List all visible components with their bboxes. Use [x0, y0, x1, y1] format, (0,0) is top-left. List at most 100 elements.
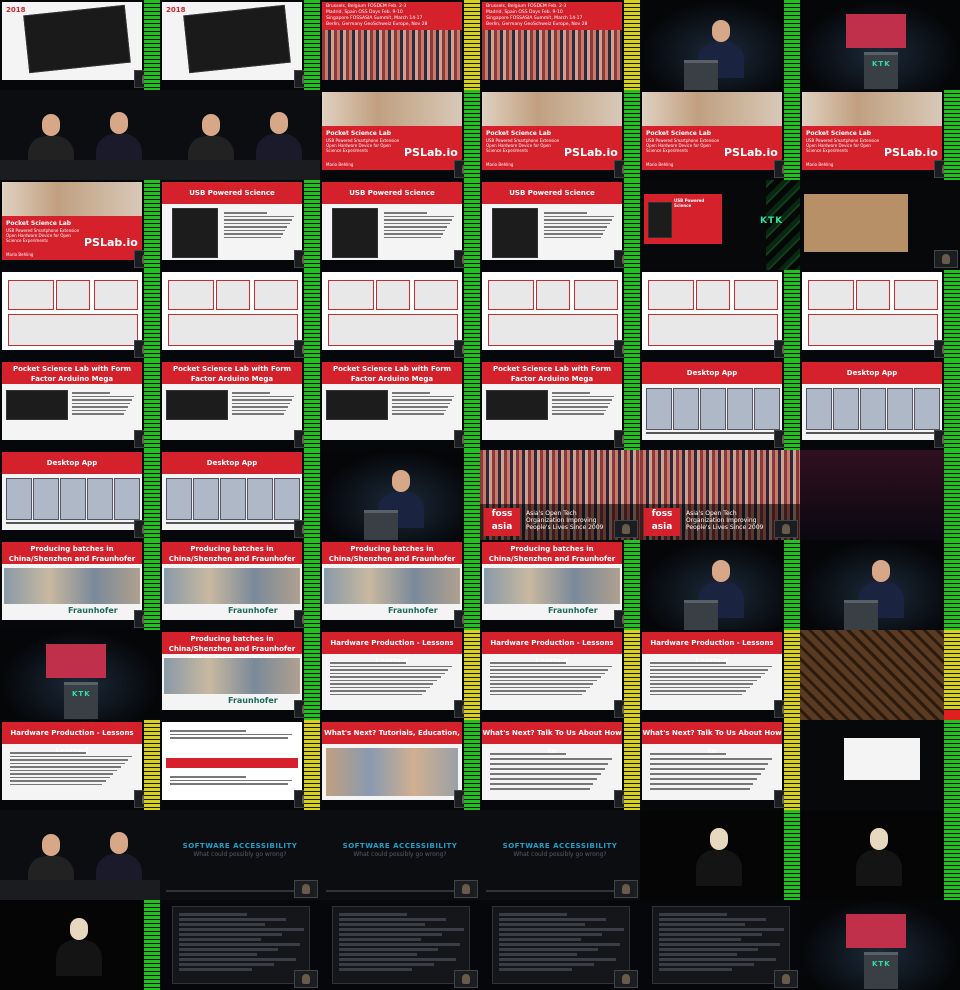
video-thumbnail[interactable]: Pocket Science Lab USB Powered Smartphone… [480, 90, 640, 180]
video-thumbnail[interactable] [0, 90, 160, 180]
video-thumbnail[interactable]: foss asia Asia's Open Tech Organization I… [640, 450, 800, 540]
video-thumbnail[interactable]: KTK [800, 0, 960, 90]
audio-level-meter [784, 540, 800, 630]
video-thumbnail[interactable]: 2018 [160, 0, 320, 90]
section-subtitle: What could possibly go wrong? [353, 851, 447, 858]
video-thumbnail[interactable] [800, 630, 960, 720]
video-thumbnail[interactable]: Producing batches in China/Shenzhen and … [0, 540, 160, 630]
video-thumbnail[interactable] [320, 450, 480, 540]
video-thumbnail[interactable]: Hardware Production - Lessons Learned [0, 720, 160, 810]
video-thumbnail[interactable]: Producing batches in China/Shenzhen and … [160, 540, 320, 630]
video-thumbnail[interactable]: KTK [0, 630, 160, 720]
video-thumbnail[interactable]: Pocket Science Lab USB Powered Smartphone… [800, 90, 960, 180]
video-thumbnail[interactable] [0, 900, 160, 990]
video-thumbnail[interactable]: USB Powered Science KTK [640, 180, 800, 270]
video-thumbnail[interactable] [640, 540, 800, 630]
video-thumbnail[interactable]: Producing batches in China/Shenzhen and … [480, 540, 640, 630]
fraunhofer-logo: Fraunhofer [548, 606, 598, 615]
video-thumbnail[interactable] [800, 270, 960, 360]
bullet-lines [170, 728, 296, 741]
video-thumbnail[interactable]: SOFTWARE ACCESSIBILITY What could possibl… [480, 810, 640, 900]
video-thumbnail[interactable] [480, 900, 640, 990]
slide-title: What's Next? Tutorials, Education, Works… [322, 722, 462, 755]
video-thumbnail[interactable]: What's Next? Talk To Us About How to [480, 720, 640, 810]
video-thumbnail[interactable]: What's Next? Tutorials, Education, Works… [320, 720, 480, 810]
screen-demo [652, 906, 790, 984]
video-thumbnail[interactable]: Pocket Science Lab USB Powered Smartphone… [0, 180, 160, 270]
video-thumbnail[interactable] [0, 270, 160, 360]
app-panel [168, 280, 214, 310]
video-thumbnail[interactable]: USB Powered Science [160, 180, 320, 270]
video-thumbnail[interactable]: Brussels, Belgium FOSDEM Feb. 2-3 Madrid,… [320, 0, 480, 90]
slide-thumbnail [162, 722, 302, 800]
fraunhofer-logo: Fraunhofer [68, 606, 118, 615]
video-thumbnail[interactable]: Pocket Science Lab with Form Factor Ardu… [0, 360, 160, 450]
video-thumbnail[interactable]: USB Powered Science [320, 180, 480, 270]
video-thumbnail[interactable] [640, 900, 800, 990]
app-panel [216, 280, 250, 310]
slide-thumbnail: Hardware Production - Lessons Learned [322, 632, 462, 710]
video-thumbnail[interactable] [800, 810, 960, 900]
video-thumbnail[interactable]: KTK [800, 900, 960, 990]
video-thumbnail[interactable] [640, 270, 800, 360]
event-list-header: Brussels, Belgium FOSDEM Feb. 2-3 Madrid,… [322, 2, 462, 30]
video-thumbnail[interactable] [320, 270, 480, 360]
video-thumbnail[interactable]: Pocket Science Lab with Form Factor Ardu… [480, 360, 640, 450]
video-thumbnail[interactable] [800, 720, 960, 810]
slide-thumbnail [322, 272, 462, 350]
video-thumbnail[interactable] [800, 450, 960, 540]
app-window [646, 388, 672, 430]
video-thumbnail[interactable]: 2018 [0, 0, 160, 90]
app-panel [734, 280, 778, 310]
video-thumbnail[interactable]: USB Powered Science [480, 180, 640, 270]
video-thumbnail[interactable] [0, 810, 160, 900]
projection-screen [46, 644, 106, 678]
video-thumbnail[interactable] [160, 90, 320, 180]
video-thumbnail[interactable]: Pocket Science Lab with Form Factor Ardu… [160, 360, 320, 450]
video-thumbnail[interactable]: Producing batches in China/Shenzhen and … [160, 630, 320, 720]
video-thumbnail[interactable]: What's Next? Talk To Us About How to [640, 720, 800, 810]
video-thumbnail[interactable] [160, 270, 320, 360]
audio-level-meter [784, 0, 800, 90]
video-thumbnail[interactable]: SOFTWARE ACCESSIBILITY What could possibl… [320, 810, 480, 900]
video-thumbnail[interactable] [800, 180, 960, 270]
video-thumbnail[interactable] [160, 720, 320, 810]
slide-presenter: Mario Behling [326, 162, 354, 167]
audio-level-meter [624, 0, 640, 90]
speaker-inset [934, 250, 958, 268]
screen-demo [332, 906, 470, 984]
video-thumbnail[interactable]: Producing batches in China/Shenzhen and … [320, 540, 480, 630]
card-footer [166, 890, 314, 892]
video-thumbnail[interactable] [320, 900, 480, 990]
video-thumbnail[interactable]: Pocket Science Lab USB Powered Smartphone… [320, 90, 480, 180]
device-photo [802, 92, 942, 126]
video-thumbnail[interactable]: Hardware Production - Lessons Learned [480, 630, 640, 720]
speaker-inset [774, 520, 798, 538]
video-thumbnail[interactable]: Pocket Science Lab with Form Factor Ardu… [320, 360, 480, 450]
slide-thumbnail: Hardware Production - Lessons Learned [482, 632, 622, 710]
video-thumbnail[interactable]: Hardware Production - Lessons Learned [320, 630, 480, 720]
video-thumbnail[interactable]: Desktop App [640, 360, 800, 450]
video-thumbnail[interactable]: Desktop App [160, 450, 320, 540]
circuit-board [648, 202, 672, 238]
video-thumbnail[interactable]: Desktop App [0, 450, 160, 540]
video-thumbnail[interactable]: Pocket Science Lab USB Powered Smartphone… [640, 90, 800, 180]
video-thumbnail[interactable]: Desktop App [800, 360, 960, 450]
video-thumbnail[interactable]: Brussels, Belgium FOSDEM Feb. 2-3 Madrid,… [480, 0, 640, 90]
audio-level-meter [144, 720, 160, 810]
app-panel [254, 280, 298, 310]
slide-thumbnail: Brussels, Belgium FOSDEM Feb. 2-3 Madrid,… [482, 2, 622, 80]
speaker-inset [454, 880, 478, 898]
video-thumbnail[interactable]: SOFTWARE ACCESSIBILITY What could possibl… [160, 810, 320, 900]
speaker-figure [696, 828, 742, 886]
app-window [193, 478, 219, 520]
video-thumbnail[interactable]: Hardware Production - Lessons Learned [640, 630, 800, 720]
year-label: 2018 [166, 6, 186, 14]
video-thumbnail[interactable] [160, 900, 320, 990]
slide-subtitle: USB Powered Smartphone Extension Open Ha… [326, 138, 400, 153]
video-thumbnail[interactable] [480, 270, 640, 360]
video-thumbnail[interactable] [640, 810, 800, 900]
video-thumbnail[interactable]: foss asia Asia's Open Tech Organization I… [480, 450, 640, 540]
video-thumbnail[interactable] [800, 540, 960, 630]
video-thumbnail[interactable] [640, 0, 800, 90]
